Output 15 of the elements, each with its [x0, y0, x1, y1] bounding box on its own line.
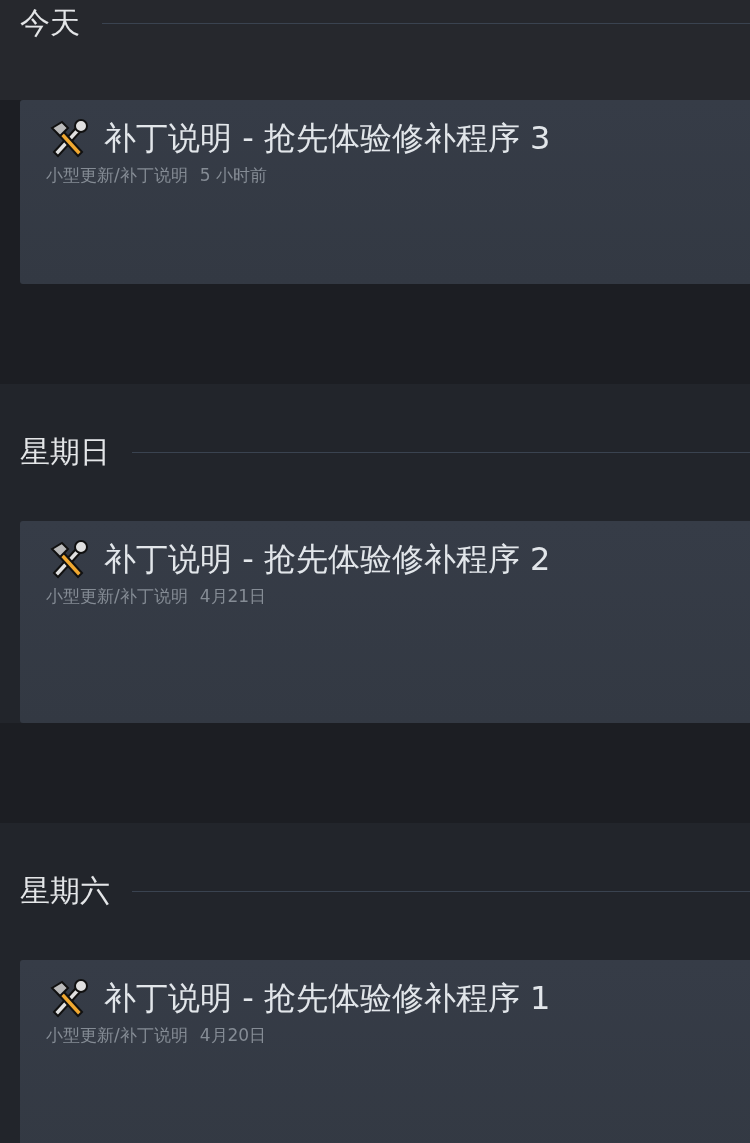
news-card[interactable]: 补丁说明 - 抢先体验修补程序 1 小型更新/补丁说明 4月20日: [20, 960, 750, 1143]
section-heading: 今天: [20, 3, 80, 42]
news-card[interactable]: 补丁说明 - 抢先体验修补程序 2 小型更新/补丁说明 4月21日: [20, 521, 750, 723]
post-category: 小型更新/补丁说明: [46, 164, 188, 187]
post-time: 4月20日: [199, 1024, 267, 1047]
section-heading: 星期六: [20, 871, 110, 910]
post-time: 4月21日: [199, 585, 267, 608]
post-time: 5 小时前: [199, 164, 267, 187]
post-category: 小型更新/补丁说明: [46, 1024, 188, 1047]
post-title[interactable]: 补丁说明 - 抢先体验修补程序 3: [104, 118, 551, 158]
news-card[interactable]: 补丁说明 - 抢先体验修补程序 3 小型更新/补丁说明 5 小时前: [20, 100, 750, 284]
post-category: 小型更新/补丁说明: [46, 585, 188, 608]
section-heading: 星期日: [20, 432, 110, 471]
post-title[interactable]: 补丁说明 - 抢先体验修补程序 2: [104, 539, 551, 579]
post-title[interactable]: 补丁说明 - 抢先体验修补程序 1: [104, 978, 551, 1018]
